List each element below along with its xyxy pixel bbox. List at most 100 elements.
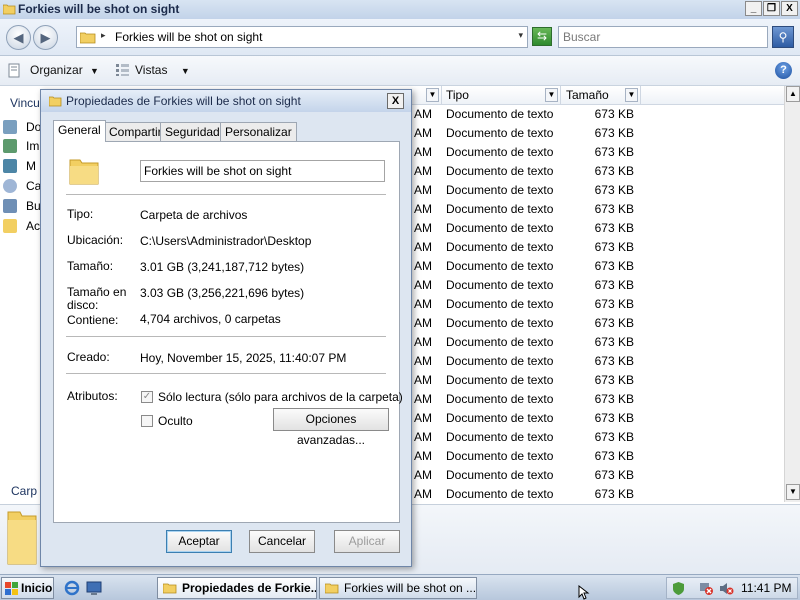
breadcrumb-separator-icon[interactable]: ▸ [101,30,106,41]
row-type: Documento de texto [446,449,554,463]
taskbar-item-properties[interactable]: Propiedades de Forkie... [157,577,317,599]
readonly-label[interactable]: Sólo lectura (sólo para archivos de la c… [158,390,403,404]
table-row[interactable]: AM Documento de texto 673 KB [410,314,784,333]
start-button[interactable]: Inicio [1,577,54,599]
close-button[interactable]: X [781,1,798,16]
table-row[interactable]: AM Documento de texto 673 KB [410,200,784,219]
table-row[interactable]: AM Documento de texto 673 KB [410,466,784,485]
hidden-label[interactable]: Oculto [158,414,193,428]
maximize-button[interactable]: ❐ [763,1,780,16]
toolbar: Organizar ▼ Vistas ▼ ? [0,56,800,86]
show-desktop-icon[interactable] [86,580,102,596]
folder-name-input[interactable]: Forkies will be shot on sight [140,160,385,182]
column-separator[interactable] [560,86,561,105]
readonly-checkbox[interactable]: ✓ [141,391,153,403]
nav-item-searches[interactable]: Bu [3,197,43,215]
minimize-button[interactable]: _ [745,1,762,16]
row-type: Documento de texto [446,430,554,444]
explorer-titlebar[interactable]: Forkies will be shot on sight _ ❐ X [0,0,800,19]
row-date-modified: AM [414,202,432,216]
tab-sharing[interactable]: Compartir [104,122,167,141]
table-row[interactable]: AM Documento de texto 673 KB [410,390,784,409]
row-size: 673 KB [594,107,634,121]
vertical-scrollbar[interactable]: ▲ ▼ [784,86,800,502]
apply-button[interactable]: Aplicar [334,530,400,553]
table-row[interactable]: AM Documento de texto 673 KB [410,105,784,124]
organize-button[interactable]: Organizar ▼ [30,63,99,77]
help-button[interactable]: ? [775,62,792,79]
volume-muted-icon[interactable] [719,581,734,596]
internet-explorer-icon[interactable] [64,580,80,596]
nav-item-music[interactable]: M [3,157,43,175]
hidden-checkbox[interactable] [141,415,153,427]
forward-button[interactable]: ▶ [33,25,58,50]
security-shield-icon[interactable] [671,581,686,596]
address-box[interactable]: ▸ Forkies will be shot on sight ▾ [76,26,528,48]
row-date-modified: AM [414,468,432,482]
clock[interactable]: 11:41 PM [741,581,791,595]
scroll-up-arrow-icon[interactable]: ▲ [786,86,800,102]
ok-button[interactable]: Aceptar [166,530,232,553]
table-row[interactable]: AM Documento de texto 673 KB [410,238,784,257]
search-input[interactable]: Buscar [558,26,768,48]
row-size: 673 KB [594,411,634,425]
column-header-size[interactable]: Tamaño [566,88,609,102]
table-row[interactable]: AM Documento de texto 673 KB [410,257,784,276]
address-path[interactable]: Forkies will be shot on sight [115,30,262,44]
table-row[interactable]: AM Documento de texto 673 KB [410,276,784,295]
row-type: Documento de texto [446,107,554,121]
cancel-button[interactable]: Cancelar [249,530,315,553]
row-type: Documento de texto [446,202,554,216]
advanced-options-button[interactable]: Opciones avanzadas... [273,408,389,447]
scroll-down-arrow-icon[interactable]: ▼ [786,484,800,500]
row-date-modified: AM [414,183,432,197]
refresh-icon: ⇆ [536,29,548,43]
table-row[interactable]: AM Documento de texto 673 KB [410,162,784,181]
start-label: Inicio [21,581,53,595]
row-date-modified: AM [414,297,432,311]
row-type: Documento de texto [446,240,554,254]
column-filter-icon[interactable]: ▼ [426,88,439,102]
table-row[interactable]: AM Documento de texto 673 KB [410,371,784,390]
nav-item-pictures[interactable]: Im [3,137,43,155]
nav-item-folder[interactable]: Ac [3,217,43,235]
network-disconnected-icon[interactable] [699,581,714,596]
table-row[interactable]: AM Documento de texto 673 KB [410,295,784,314]
column-separator[interactable] [640,86,641,105]
column-filter-icon[interactable]: ▼ [625,88,638,102]
row-size: 673 KB [594,468,634,482]
table-row[interactable]: AM Documento de texto 673 KB [410,219,784,238]
views-button[interactable]: Vistas ▼ [135,63,190,77]
row-type: Documento de texto [446,373,554,387]
nav-item-documents[interactable]: Do [3,118,43,136]
tab-customize[interactable]: Personalizar [220,122,297,141]
tab-general[interactable]: General [53,120,106,142]
search-button[interactable]: ⚲ [772,26,794,48]
dialog-titlebar[interactable]: Propiedades de Forkies will be shot on s… [41,90,411,112]
table-row[interactable]: AM Documento de texto 673 KB [410,181,784,200]
folder-icon [7,511,37,565]
nav-item-recent[interactable]: Ca [3,177,43,195]
refresh-button[interactable]: ⇆ [532,27,552,46]
tab-security[interactable]: Seguridad [160,122,225,141]
table-row[interactable]: AM Documento de texto 673 KB [410,428,784,447]
taskbar-item-explorer[interactable]: Forkies will be shot on ... [319,577,477,599]
table-row[interactable]: AM Documento de texto 673 KB [410,352,784,371]
table-row[interactable]: AM Documento de texto 673 KB [410,409,784,428]
row-type: Documento de texto [446,411,554,425]
column-separator[interactable] [441,86,442,105]
table-row[interactable]: AM Documento de texto 673 KB [410,485,784,504]
table-row[interactable]: AM Documento de texto 673 KB [410,447,784,466]
table-row[interactable]: AM Documento de texto 673 KB [410,333,784,352]
address-dropdown-icon[interactable]: ▾ [518,30,523,41]
table-row[interactable]: AM Documento de texto 673 KB [410,124,784,143]
row-date-modified: AM [414,221,432,235]
back-button[interactable]: ◀ [6,25,31,50]
dialog-close-button[interactable]: X [387,93,404,109]
folders-header[interactable]: Carp [11,484,37,498]
column-header-type[interactable]: Tipo [446,88,469,102]
row-type: Documento de texto [446,278,554,292]
row-type: Documento de texto [446,335,554,349]
column-filter-icon[interactable]: ▼ [545,88,558,102]
table-row[interactable]: AM Documento de texto 673 KB [410,143,784,162]
